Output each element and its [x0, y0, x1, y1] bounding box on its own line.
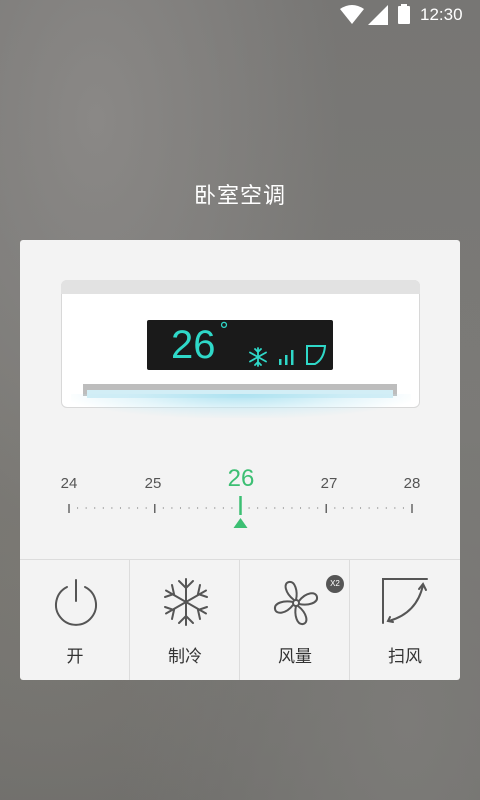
- ac-display-temperature: 26: [171, 323, 216, 367]
- power-icon: [55, 579, 97, 626]
- fan-speed-badge-text: X2: [330, 579, 340, 588]
- ac-control-card: 26 ° 24 25 26 27 28 开 制冷 X2 风量 扫风: [20, 240, 460, 680]
- fan-level-icon: [279, 350, 294, 365]
- swing-icon: [306, 345, 327, 365]
- mode-button[interactable]: 制冷: [130, 560, 240, 680]
- status-bar: 12:30: [0, 0, 480, 30]
- snowflake-icon: [249, 347, 267, 367]
- fan-speed-button[interactable]: X2 风量: [240, 560, 350, 680]
- ac-display-degree: °: [219, 318, 229, 342]
- ac-display-panel: 26 °: [147, 320, 333, 370]
- temperature-ruler[interactable]: 24 25 26 27 28: [20, 460, 460, 560]
- snowflake-icon: [164, 578, 208, 626]
- ac-airflow-glow: [71, 394, 411, 418]
- swing-button-label: 扫风: [388, 647, 422, 667]
- ruler-label: 28: [403, 475, 421, 492]
- control-bar: 开 制冷 X2 风量 扫风: [20, 559, 460, 680]
- ruler-label: 27: [320, 475, 338, 492]
- wifi-icon: [340, 5, 364, 24]
- ac-unit-illustration: 26 °: [61, 280, 420, 418]
- power-button-label: 开: [66, 647, 84, 667]
- signal-icon: [368, 5, 388, 25]
- fan-speed-button-label: 风量: [278, 647, 312, 667]
- ac-top-panel: [61, 280, 420, 294]
- power-button[interactable]: 开: [20, 560, 130, 680]
- ruler-label-selected: 26: [227, 465, 255, 492]
- ruler-label: 24: [60, 475, 78, 492]
- fan-icon: [273, 580, 319, 626]
- ruler-pointer: [233, 518, 248, 528]
- swing-button[interactable]: 扫风: [350, 560, 460, 680]
- swing-icon: [382, 578, 428, 624]
- page-title: 卧室空调: [193, 184, 286, 209]
- ruler-label: 25: [144, 475, 162, 492]
- mode-button-label: 制冷: [168, 647, 202, 667]
- battery-icon: [398, 4, 410, 24]
- status-time: 12:30: [420, 5, 463, 24]
